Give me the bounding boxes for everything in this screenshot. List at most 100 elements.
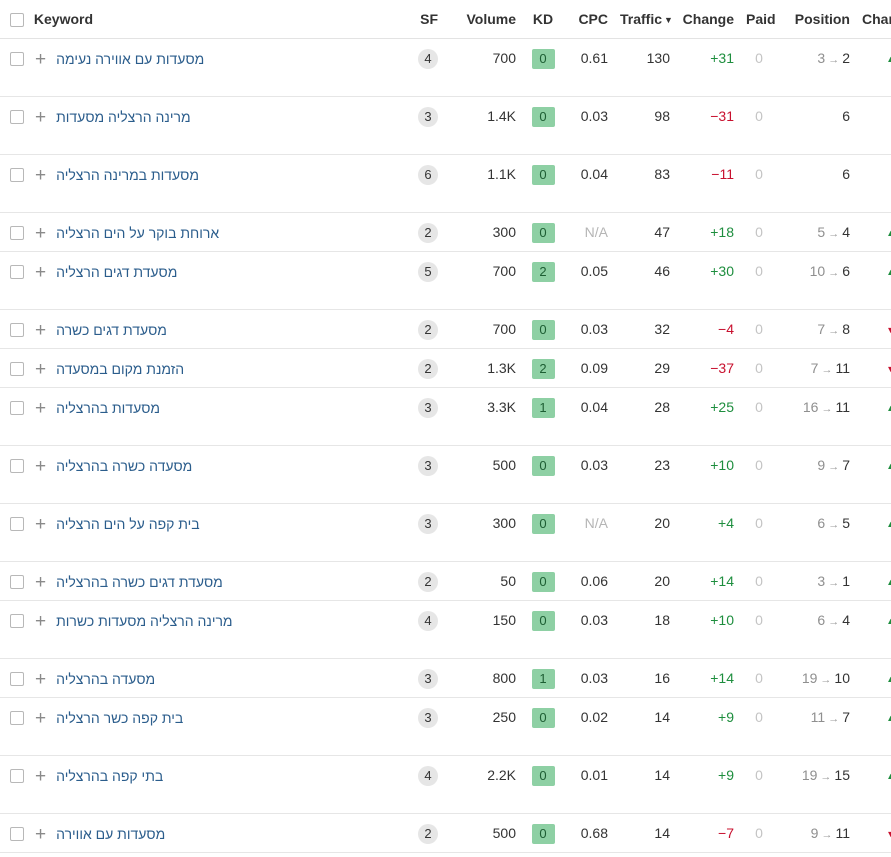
sf-badge[interactable]: 2 xyxy=(418,359,438,380)
keyword-link[interactable]: מסעדות במרינה הרצליה xyxy=(56,156,199,194)
volume-cell: 700 xyxy=(444,309,522,349)
row-checkbox[interactable] xyxy=(10,711,24,726)
position-change-header[interactable]: Change xyxy=(856,0,891,39)
row-checkbox[interactable] xyxy=(10,614,24,629)
row-checkbox[interactable] xyxy=(10,459,24,474)
row-checkbox[interactable] xyxy=(10,110,24,125)
keyword-link[interactable]: מרינה הרצליה מסעדות xyxy=(56,98,190,136)
table-row[interactable]: + מסעדות עם אווירה 2 500 0 0.68 14 −7 0 9… xyxy=(0,813,891,853)
add-keyword-icon[interactable]: + xyxy=(35,263,46,282)
table-row[interactable]: + מרינה הרצליה מסעדות 3 1.4K 0 0.03 98 −3… xyxy=(0,96,891,155)
keyword-header-label[interactable]: Keyword xyxy=(34,11,93,27)
add-keyword-icon[interactable]: + xyxy=(35,573,46,592)
table-row[interactable]: + מסעדות עם אווירה נעימה 4 700 0 0.61 130… xyxy=(0,38,891,97)
table-row[interactable]: + ארוחת בוקר על הים הרצליה 2 300 0 N/A 47… xyxy=(0,212,891,252)
add-keyword-icon[interactable]: + xyxy=(35,224,46,243)
keyword-link[interactable]: ארוחת בוקר על הים הרצליה xyxy=(56,214,219,252)
row-checkbox[interactable] xyxy=(10,265,24,280)
cpc-header[interactable]: CPC xyxy=(564,0,614,39)
keyword-link[interactable]: מסעדות עם אווירה נעימה xyxy=(56,40,204,78)
table-row[interactable]: + מרינה הרצליה מסעדות כשרות 4 150 0 0.03 … xyxy=(0,600,891,659)
sf-badge[interactable]: 4 xyxy=(418,611,438,632)
keyword-link[interactable]: מסעדת דגים כשרה xyxy=(56,311,167,349)
sf-badge[interactable]: 3 xyxy=(418,107,438,128)
add-keyword-icon[interactable]: + xyxy=(35,108,46,127)
add-keyword-icon[interactable]: + xyxy=(35,515,46,534)
sf-badge[interactable]: 5 xyxy=(418,262,438,283)
keyword-link[interactable]: בית קפה על הים הרצליה xyxy=(56,505,200,543)
keyword-link[interactable]: מסעדה כשרה בהרצליה xyxy=(56,447,192,485)
keyword-header[interactable]: Keyword xyxy=(0,0,410,39)
row-checkbox[interactable] xyxy=(10,323,24,338)
add-keyword-icon[interactable]: + xyxy=(35,399,46,418)
table-row[interactable]: + מסעדת דגים כשרה בהרצליה 2 50 0 0.06 20 … xyxy=(0,561,891,601)
row-checkbox[interactable] xyxy=(10,362,24,377)
add-keyword-icon[interactable]: + xyxy=(35,457,46,476)
table-row[interactable]: + מסעדות בהרצליה 3 3.3K 1 0.04 28 +25 0 1… xyxy=(0,387,891,446)
table-row[interactable]: + מסעדה בהרצליה 3 800 1 0.03 16 +14 0 19 →… xyxy=(0,658,891,698)
sf-badge[interactable]: 6 xyxy=(418,165,438,186)
cpc-cell: 0.03 xyxy=(564,309,614,349)
position-change-cell: ▼2 xyxy=(856,813,891,853)
row-checkbox[interactable] xyxy=(10,168,24,183)
row-checkbox[interactable] xyxy=(10,517,24,532)
sf-badge[interactable]: 3 xyxy=(418,708,438,729)
table-row[interactable]: + מסעדת דגים כשרה 2 700 0 0.03 32 −4 0 7 →… xyxy=(0,309,891,349)
table-row[interactable]: + מסעדה כשרה בהרצליה 3 500 0 0.03 23 +10 … xyxy=(0,445,891,504)
sf-badge[interactable]: 4 xyxy=(418,49,438,70)
add-keyword-icon[interactable]: + xyxy=(35,360,46,379)
sf-badge[interactable]: 2 xyxy=(418,223,438,244)
row-checkbox[interactable] xyxy=(10,827,24,842)
traffic-header-label[interactable]: Traffic xyxy=(620,11,662,27)
keyword-link[interactable]: מסעדה בהרצליה xyxy=(56,660,155,698)
traffic-header[interactable]: Traffic ▼ xyxy=(614,0,676,39)
sf-badge[interactable]: 4 xyxy=(418,766,438,787)
add-keyword-icon[interactable]: + xyxy=(35,825,46,844)
position-header[interactable]: Position xyxy=(778,0,856,39)
table-row[interactable]: + בתי קפה בהרצליה 4 2.2K 0 0.01 14 +9 0 1… xyxy=(0,755,891,814)
add-keyword-icon[interactable]: + xyxy=(35,709,46,728)
add-keyword-icon[interactable]: + xyxy=(35,321,46,340)
sf-badge[interactable]: 3 xyxy=(418,456,438,477)
add-keyword-icon[interactable]: + xyxy=(35,166,46,185)
sort-desc-icon[interactable]: ▼ xyxy=(664,15,673,25)
keyword-link[interactable]: בית קפה כשר הרצליה xyxy=(56,699,183,737)
keyword-link[interactable]: מרינה הרצליה מסעדות כשרות xyxy=(56,602,232,640)
traffic-cell: 28 xyxy=(614,387,676,446)
keyword-link[interactable]: הזמנת מקום במסעדה xyxy=(56,350,184,388)
row-checkbox[interactable] xyxy=(10,769,24,784)
keyword-link[interactable]: בתי קפה בהרצליה xyxy=(56,757,163,795)
table-row[interactable]: + מסעדת דגים הרצליה 5 700 2 0.05 46 +30 0… xyxy=(0,251,891,310)
table-row[interactable]: + מסעדות במרינה הרצליה 6 1.1K 0 0.04 83 −… xyxy=(0,154,891,213)
kd-header[interactable]: KD xyxy=(522,0,564,39)
sf-badge[interactable]: 2 xyxy=(418,824,438,845)
keyword-link[interactable]: מסעדת דגים הרצליה xyxy=(56,253,177,291)
sf-badge[interactable]: 3 xyxy=(418,398,438,419)
keyword-link[interactable]: מסעדות בהרצליה xyxy=(56,389,160,427)
sf-badge[interactable]: 3 xyxy=(418,514,438,535)
table-row[interactable]: + בית קפה כשר הרצליה 3 250 0 0.02 14 +9 0… xyxy=(0,697,891,756)
sf-badge[interactable]: 2 xyxy=(418,572,438,593)
table-row[interactable]: + בית קפה על הים הרצליה 3 300 0 N/A 20 +4… xyxy=(0,503,891,562)
row-checkbox[interactable] xyxy=(10,52,24,67)
volume-header[interactable]: Volume xyxy=(444,0,522,39)
sf-badge[interactable]: 3 xyxy=(418,669,438,690)
add-keyword-icon[interactable]: + xyxy=(35,50,46,69)
row-checkbox[interactable] xyxy=(10,226,24,241)
keyword-cell: + מרינה הרצליה מסעדות כשרות xyxy=(0,600,410,659)
traffic-cell: 47 xyxy=(614,212,676,252)
add-keyword-icon[interactable]: + xyxy=(35,767,46,786)
row-checkbox[interactable] xyxy=(10,672,24,687)
traffic-change-header[interactable]: Change xyxy=(676,0,740,39)
sf-badge[interactable]: 2 xyxy=(418,320,438,341)
keyword-link[interactable]: מסעדת דגים כשרה בהרצליה xyxy=(56,563,223,601)
select-all-checkbox[interactable] xyxy=(10,13,24,28)
add-keyword-icon[interactable]: + xyxy=(35,612,46,631)
table-row[interactable]: + הזמנת מקום במסעדה 2 1.3K 2 0.09 29 −37 … xyxy=(0,348,891,388)
keyword-link[interactable]: מסעדות עם אווירה xyxy=(56,815,165,853)
add-keyword-icon[interactable]: + xyxy=(35,670,46,689)
sf-header[interactable]: SF xyxy=(410,0,444,39)
row-checkbox[interactable] xyxy=(10,401,24,416)
row-checkbox[interactable] xyxy=(10,575,24,590)
paid-header[interactable]: Paid xyxy=(740,0,778,39)
